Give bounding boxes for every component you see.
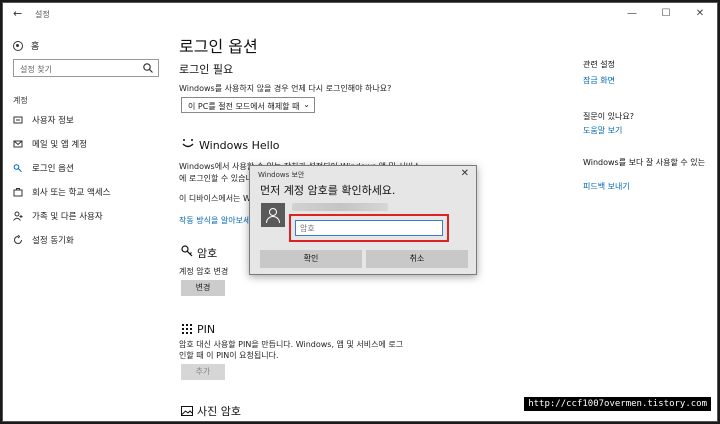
sidebar-item-email-accounts[interactable]: 메일 및 앱 계정 [13,137,87,151]
sidebar-item-family[interactable]: 가족 및 다른 사용자 [13,209,103,223]
window-controls: — ☐ ✕ [615,3,717,25]
person-add-icon [13,211,23,221]
cancel-button[interactable]: 취소 [366,250,468,268]
gear-icon [13,40,23,51]
pin-heading: PIN [197,323,216,336]
sidebar-item-label: 사용자 정보 [32,116,74,126]
settings-window: ← 설정 — ☐ ✕ 홈 설정 찾기 계정 사용자 정보 메일 및 앱 계정 로… [2,2,718,422]
search-icon [143,63,153,73]
sync-icon [13,234,23,245]
mail-icon [13,139,23,149]
windows-security-dialog: Windows 보안 ✕ 먼저 계정 암호를 확인하세요. 확인 취소 [249,165,477,275]
user-head-icon [269,208,277,216]
password-input[interactable] [295,220,443,236]
key-icon [181,245,193,257]
help-link[interactable]: 도움말 보기 [583,125,622,136]
user-card-icon [13,115,23,125]
pin-line1: 암호 대신 사용할 PIN을 만듭니다. Windows, 앱 및 서비스에 로… [179,340,404,349]
page-title: 로그인 옵션 [179,37,258,56]
sidebar-item-user-info[interactable]: 사용자 정보 [13,113,74,127]
improve-title: Windows를 보다 잘 사용할 수 있는 [583,158,706,167]
sidebar-item-label: 설정 동기화 [32,236,74,246]
sidebar-item-sync[interactable]: 설정 동기화 [13,233,74,247]
sidebar-item-label: 회사 또는 학교 액세스 [32,188,111,198]
highlight-box [289,214,449,242]
feedback-link[interactable]: 피드백 보내기 [583,181,630,192]
briefcase-icon [13,187,23,197]
keypad-icon [181,323,193,335]
sidebar-item-label: 로그인 옵션 [32,164,74,174]
picture-icon [181,405,193,417]
pin-line2: 인할 때 이 PIN이 요청됩니다. [179,351,279,360]
password-description: 계정 암호 변경 [179,267,229,276]
watermark-url: http://ccf1007overmen.tistory.com [524,397,711,411]
sidebar-item-label: 가족 및 다른 사용자 [32,212,103,222]
add-pin-button[interactable]: 추가 [181,364,225,380]
title-bar: ← 설정 — ☐ ✕ [3,3,717,25]
require-dropdown[interactable]: 이 PC를 절전 모드에서 해제할 때 ⌄ [181,97,315,113]
home-link[interactable]: 홈 [13,39,39,52]
sidebar-item-sign-in-options[interactable]: 로그인 옵션 [13,161,74,175]
close-button[interactable]: ✕ [683,3,717,25]
back-arrow-icon[interactable]: ← [13,8,27,20]
hello-heading: Windows Hello [199,139,280,152]
dialog-title: Windows 보안 [258,171,305,179]
maximize-button[interactable]: ☐ [649,3,683,25]
key-icon [13,163,23,173]
require-description: Windows를 사용하지 않을 경우 언제 다시 로그인해야 하나요? [179,84,392,93]
smiley-icon [181,137,194,149]
sidebar: 홈 설정 찾기 계정 사용자 정보 메일 및 앱 계정 로그인 옵션 회사 또는… [3,25,168,421]
section-label: 계정 [13,96,28,105]
user-body-icon [266,216,280,223]
password-heading: 암호 [197,247,218,260]
avatar [261,203,285,227]
search-placeholder: 설정 찾기 [20,65,52,74]
chevron-down-icon: ⌄ [303,100,310,109]
change-password-button[interactable]: 변경 [181,280,225,296]
blurred-account-name [292,203,388,211]
ok-button[interactable]: 확인 [260,250,362,268]
picture-heading: 사진 암호 [197,405,241,418]
sidebar-item-work-school[interactable]: 회사 또는 학교 액세스 [13,185,111,199]
dialog-heading: 먼저 계정 암호를 확인하세요. [260,184,396,197]
dropdown-value: 이 PC를 절전 모드에서 해제할 때 [188,102,300,111]
require-heading: 로그인 필요 [179,63,234,76]
close-icon[interactable]: ✕ [461,168,469,179]
sidebar-item-label: 메일 및 앱 계정 [32,140,88,150]
question-title: 질문이 있나요? [583,112,634,121]
related-settings-title: 관련 설정 [583,60,615,69]
search-input[interactable]: 설정 찾기 [13,59,159,77]
home-label: 홈 [31,42,40,52]
right-pane: 관련 설정 잠금 화면 질문이 있나요? 도움말 보기 Windows를 보다 … [583,25,717,325]
app-title: 설정 [35,10,50,19]
lock-screen-link[interactable]: 잠금 화면 [583,75,615,86]
minimize-button[interactable]: — [615,3,649,25]
